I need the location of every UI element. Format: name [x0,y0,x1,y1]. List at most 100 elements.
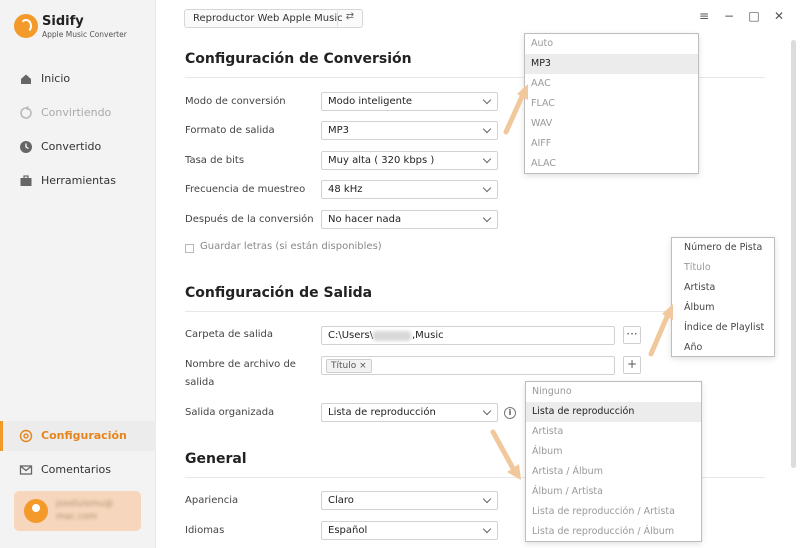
browse-folder-button[interactable]: ··· [623,326,641,344]
redacted-username [373,331,411,341]
format-select[interactable]: MP3 [321,121,498,140]
sidebar-item-convertido[interactable]: Convertido [0,132,156,162]
output-folder-prefix: C:\Users\ [328,330,374,341]
chevron-down-icon [482,124,492,134]
organized-output-value: Lista de reproducción [328,407,436,418]
swap-icon[interactable]: ⇄ [337,11,362,26]
organized-output-dropdown: Ninguno Lista de reproducción Artista Ál… [525,381,702,542]
bitrate-label: Tasa de bits [185,155,245,166]
organized-option-lista-album[interactable]: Lista de reproducción / Álbum [526,522,701,542]
chevron-down-icon [482,524,492,534]
organized-output-label: Salida organizada [185,407,275,418]
sidebar-item-label: Comentarios [41,463,111,476]
sidebar-item-label: Configuración [41,429,127,442]
format-option-wav[interactable]: WAV [525,114,698,134]
mode-select[interactable]: Modo inteligente [321,92,498,111]
minimize-icon[interactable]: − [722,9,736,25]
language-select[interactable]: Español [321,521,498,540]
organized-option-artista-album[interactable]: Artista / Álbum [526,462,701,482]
filename-tag-titulo[interactable]: Título × [326,359,372,373]
mode-label: Modo de conversión [185,96,286,107]
samplerate-select[interactable]: 48 kHz [321,180,498,199]
avatar [24,499,48,523]
organized-option-artista[interactable]: Artista [526,422,701,442]
sidebar-item-label: Inicio [41,72,71,85]
bitrate-select[interactable]: Muy alta ( 320 kbps ) [321,151,498,170]
menu-icon[interactable]: ≡ [697,9,711,25]
source-label: Reproductor Web Apple Music [193,13,343,24]
home-icon [21,74,31,84]
filename-option-numero-pista[interactable]: Número de Pista [672,238,774,258]
sidebar-item-label: Convertido [41,140,102,153]
sidebar-item-configuracion[interactable]: Configuración [0,421,156,451]
format-label: Formato de salida [185,125,275,136]
maximize-icon[interactable]: □ [747,9,761,25]
sidebar: Sidify Apple Music Converter Inicio Conv… [0,0,156,548]
filename-option-titulo[interactable]: Título [672,258,774,278]
output-section-title: Configuración de Salida [185,285,373,301]
filename-label-line1: Nombre de archivo de [185,359,296,370]
chevron-down-icon [482,213,492,223]
chevron-down-icon [482,183,492,193]
format-dropdown: Auto MP3 AAC FLAC WAV AIFF ALAC [524,33,699,174]
appearance-select[interactable]: Claro [321,491,498,510]
tag-label: Título [331,361,357,371]
chevron-down-icon [482,154,492,164]
chevron-down-icon [482,494,492,504]
toolbox-icon [20,175,32,186]
organized-option-lista[interactable]: Lista de reproducción [526,402,701,422]
format-option-aac[interactable]: AAC [525,74,698,94]
mail-icon [19,465,33,475]
sidebar-item-comentarios[interactable]: Comentarios [0,455,156,485]
filename-option-artista[interactable]: Artista [672,278,774,298]
user-account-card[interactable]: joseluismu@ mac.com [14,491,141,531]
organized-option-ninguno[interactable]: Ninguno [526,382,701,402]
format-value: MP3 [328,125,350,136]
after-conversion-select[interactable]: No hacer nada [321,210,498,229]
filename-label-line2: salida [185,377,215,388]
add-filename-field-button[interactable]: + [623,356,641,374]
after-conversion-label: Después de la conversión [185,214,314,225]
sidebar-item-inicio[interactable]: Inicio [0,64,156,94]
format-option-alac[interactable]: ALAC [525,154,698,174]
close-icon[interactable]: ✕ [772,9,786,25]
source-switch-button[interactable]: Reproductor Web Apple Music ⇄ [184,9,363,28]
app-name: Sidify [42,14,84,29]
info-icon[interactable]: i [504,407,516,419]
format-option-flac[interactable]: FLAC [525,94,698,114]
appearance-label: Apariencia [185,495,239,506]
sidebar-item-label: Herramientas [41,174,116,187]
tag-remove-icon[interactable]: × [359,361,367,371]
format-option-auto[interactable]: Auto [525,34,698,54]
format-option-aiff[interactable]: AIFF [525,134,698,154]
sidebar-item-herramientas[interactable]: Herramientas [0,166,156,196]
filename-option-ano[interactable]: Año [672,338,774,358]
organized-output-select[interactable]: Lista de reproducción [321,403,498,422]
language-value: Español [328,525,368,536]
clock-icon [20,141,32,153]
samplerate-value: 48 kHz [328,184,363,195]
mode-value: Modo inteligente [328,96,413,107]
filename-field-dropdown: Número de Pista Título Artista Álbum Índ… [671,237,775,357]
sidebar-item-convirtiendo[interactable]: Convirtiendo [0,98,156,128]
save-lyrics-checkbox[interactable] [185,244,194,253]
sidify-logo-icon [14,14,38,38]
filename-option-indice-playlist[interactable]: Índice de Playlist [672,318,774,338]
organized-option-lista-artista[interactable]: Lista de reproducción / Artista [526,502,701,522]
output-filename-input[interactable]: Título × [321,356,615,375]
output-folder-input[interactable]: C:\Users\ ,Music [321,326,615,345]
after-conversion-value: No hacer nada [328,214,402,225]
organized-option-album[interactable]: Álbum [526,442,701,462]
appearance-value: Claro [328,495,354,506]
user-email-line1: joseluismu@ [56,499,114,509]
output-folder-label: Carpeta de salida [185,329,273,340]
organized-option-album-artista[interactable]: Álbum / Artista [526,482,701,502]
annotation-arrow-organized [490,429,521,480]
gear-icon [19,429,33,443]
sidebar-item-label: Convirtiendo [41,106,112,119]
samplerate-label: Frecuencia de muestreo [185,184,306,195]
format-option-mp3[interactable]: MP3 [525,54,698,74]
scrollbar[interactable] [791,40,796,468]
filename-option-album[interactable]: Álbum [672,298,774,318]
chevron-down-icon [482,95,492,105]
